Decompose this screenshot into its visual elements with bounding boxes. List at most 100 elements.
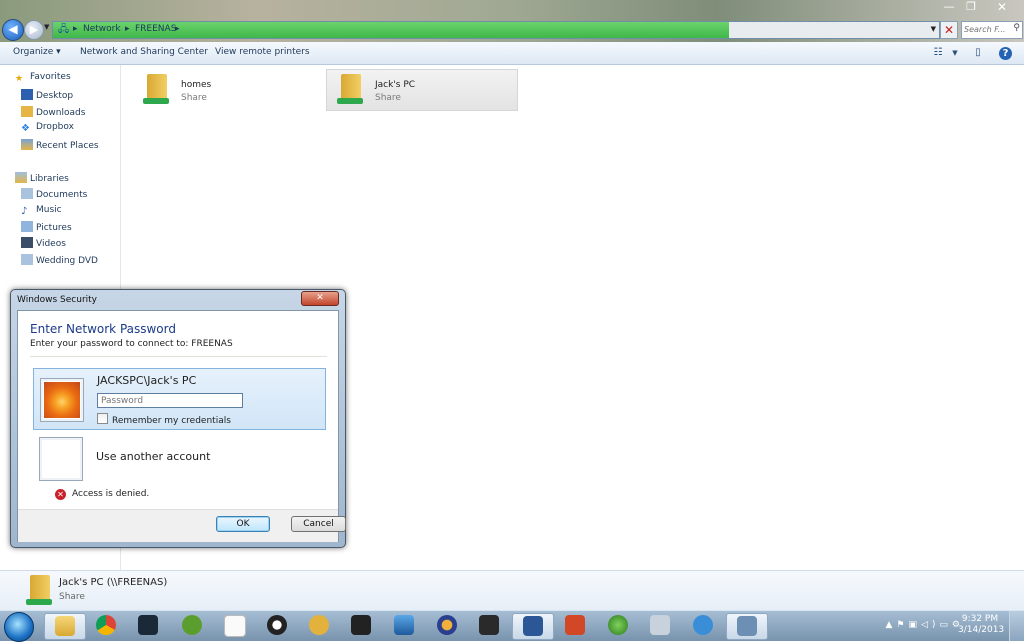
- sidebar-item-music[interactable]: ♪ Music: [21, 205, 62, 217]
- videos-icon: [21, 237, 33, 248]
- back-button[interactable]: ◀: [2, 19, 24, 41]
- dialog-body: Enter Network Password Enter your passwo…: [17, 310, 346, 542]
- sidebar-favorites[interactable]: ★ Favorites: [15, 72, 71, 85]
- search-input[interactable]: [964, 23, 1008, 35]
- credential-tile[interactable]: JACKSPC\Jack's PC Remember my credential…: [33, 368, 326, 430]
- show-desktop-button[interactable]: [1009, 611, 1024, 641]
- clock[interactable]: 9:32 PM 3/14/2013: [958, 614, 1004, 636]
- spotify-icon: [182, 615, 202, 635]
- system-tray[interactable]: ▲⚑▣◁)▭⚙: [886, 620, 965, 630]
- flower-picture-icon: [44, 382, 80, 418]
- downloads-icon: [21, 106, 33, 117]
- chrome-icon: [96, 615, 116, 635]
- preview-pane-icon[interactable]: ▯: [970, 45, 986, 61]
- help-icon[interactable]: ?: [999, 47, 1012, 60]
- blank-avatar: [39, 437, 83, 481]
- taskbar-steam-button[interactable]: [128, 613, 168, 638]
- close-window-button[interactable]: ✕: [982, 0, 1022, 14]
- dialog-subtitle: Enter your password to connect to: FREEN…: [30, 339, 233, 349]
- view-options-chevron-icon[interactable]: ▼: [947, 45, 963, 61]
- breadcrumb-network[interactable]: Network: [83, 24, 121, 34]
- network-icon: 🖧: [58, 24, 70, 35]
- sidebar-item-desktop[interactable]: Desktop: [21, 89, 73, 101]
- taskbar-app-button[interactable]: [299, 613, 339, 638]
- sidebar-item-wedding-dvd[interactable]: Wedding DVD: [21, 254, 98, 266]
- window-titlebar: — ❐ ✕ ◀ ▶ ▼ 🖧 ▸ Network ▸ FREENAS ▸ ▼ ✕ …: [0, 0, 1024, 42]
- taskbar-calculator-button[interactable]: [640, 613, 680, 638]
- taskbar-audacity-button[interactable]: [427, 613, 467, 638]
- sidebar-item-videos[interactable]: Videos: [21, 237, 66, 249]
- taskbar-acrobat-button[interactable]: [469, 613, 509, 638]
- acrobat-icon: [479, 615, 499, 635]
- crumb-separator-icon[interactable]: ▸: [175, 24, 180, 34]
- taskbar-app-button[interactable]: [598, 613, 638, 638]
- use-another-account-tile[interactable]: Use another account: [33, 434, 324, 482]
- play-icon: [394, 615, 414, 635]
- forward-button[interactable]: ▶: [24, 20, 44, 40]
- details-type: Share: [59, 592, 85, 602]
- share-tile-jacks-pc[interactable]: Jack's PC Share: [326, 69, 518, 111]
- sidebar-item-documents[interactable]: Documents: [21, 188, 87, 200]
- share-name: homes: [181, 80, 212, 90]
- crumb-separator-icon[interactable]: ▸: [73, 24, 78, 34]
- taskbar-app-button[interactable]: [257, 613, 297, 638]
- remember-credentials-label: Remember my credentials: [112, 416, 231, 426]
- change-view-icon[interactable]: ☷: [930, 45, 946, 61]
- sidebar-favorites-label: Favorites: [30, 72, 71, 82]
- start-button[interactable]: [4, 612, 34, 642]
- share-type: Share: [181, 93, 207, 103]
- taskbar-player-button[interactable]: [384, 613, 424, 638]
- share-name: Jack's PC: [375, 80, 416, 90]
- search-icon[interactable]: ⚲: [1013, 23, 1020, 33]
- search-app-icon: [309, 615, 329, 635]
- use-another-account-label: Use another account: [96, 450, 211, 463]
- crumb-separator-icon[interactable]: ▸: [125, 24, 130, 34]
- breadcrumb-freenas[interactable]: FREENAS: [135, 24, 176, 34]
- address-bar-empty: [729, 22, 939, 38]
- credential-username: JACKSPC\Jack's PC: [97, 374, 197, 387]
- music-icon: ♪: [21, 206, 28, 217]
- dialog-close-button[interactable]: ✕: [301, 291, 339, 306]
- share-tile-homes[interactable]: homes Share: [133, 70, 323, 110]
- library-icon: [21, 254, 33, 265]
- address-dropdown-icon[interactable]: ▼: [931, 25, 936, 33]
- view-remote-printers-button[interactable]: View remote printers: [215, 47, 310, 57]
- taskbar-credentials-button[interactable]: [726, 613, 768, 640]
- minimize-button[interactable]: —: [938, 0, 960, 14]
- sidebar-libraries[interactable]: Libraries: [15, 172, 69, 184]
- error-icon: ✕: [55, 489, 66, 500]
- password-input[interactable]: [97, 393, 243, 408]
- stop-loading-icon[interactable]: ✕: [940, 21, 958, 39]
- shared-folder-icon: [143, 74, 169, 104]
- taskbar-explorer-button[interactable]: [44, 613, 86, 640]
- taskbar-powerpoint-button[interactable]: [555, 613, 595, 638]
- media-center-icon: [608, 615, 628, 635]
- ring-app-icon: [267, 615, 287, 635]
- sidebar-item-label: Downloads: [36, 108, 86, 118]
- ok-button[interactable]: OK: [216, 516, 270, 532]
- sidebar-item-pictures[interactable]: Pictures: [21, 221, 72, 233]
- security-icon: [737, 616, 757, 636]
- network-sharing-center-button[interactable]: Network and Sharing Center: [80, 47, 208, 57]
- sidebar-item-downloads[interactable]: Downloads: [21, 106, 85, 118]
- taskbar-word-button[interactable]: [512, 613, 554, 640]
- taskbar-spotify-button[interactable]: [172, 613, 212, 638]
- sidebar-item-dropbox[interactable]: ❖ Dropbox: [21, 122, 74, 134]
- taskbar: ▲⚑▣◁)▭⚙ 9:32 PM 3/14/2013: [0, 610, 1024, 642]
- sidebar-item-recent-places[interactable]: Recent Places: [21, 139, 99, 151]
- organize-menu[interactable]: Organize ▾: [13, 47, 61, 57]
- checkbox-icon[interactable]: [97, 413, 108, 424]
- address-bar[interactable]: 🖧 ▸ Network ▸ FREENAS ▸ ▼: [52, 21, 940, 39]
- taskbar-notepad-button[interactable]: [214, 613, 254, 638]
- taskbar-itunes-button[interactable]: [683, 613, 723, 638]
- share-type: Share: [375, 93, 401, 103]
- sidebar-item-label: Wedding DVD: [36, 256, 98, 266]
- maximize-button[interactable]: ❐: [960, 0, 982, 14]
- taskbar-live-button[interactable]: [341, 613, 381, 638]
- remember-credentials-checkbox[interactable]: Remember my credentials: [97, 413, 231, 426]
- cancel-button[interactable]: Cancel: [291, 516, 346, 532]
- sidebar-item-label: Documents: [36, 190, 88, 200]
- recent-pages-chevron-icon[interactable]: ▼: [44, 23, 49, 31]
- search-box[interactable]: ⚲: [961, 21, 1023, 39]
- taskbar-chrome-button[interactable]: [86, 613, 126, 638]
